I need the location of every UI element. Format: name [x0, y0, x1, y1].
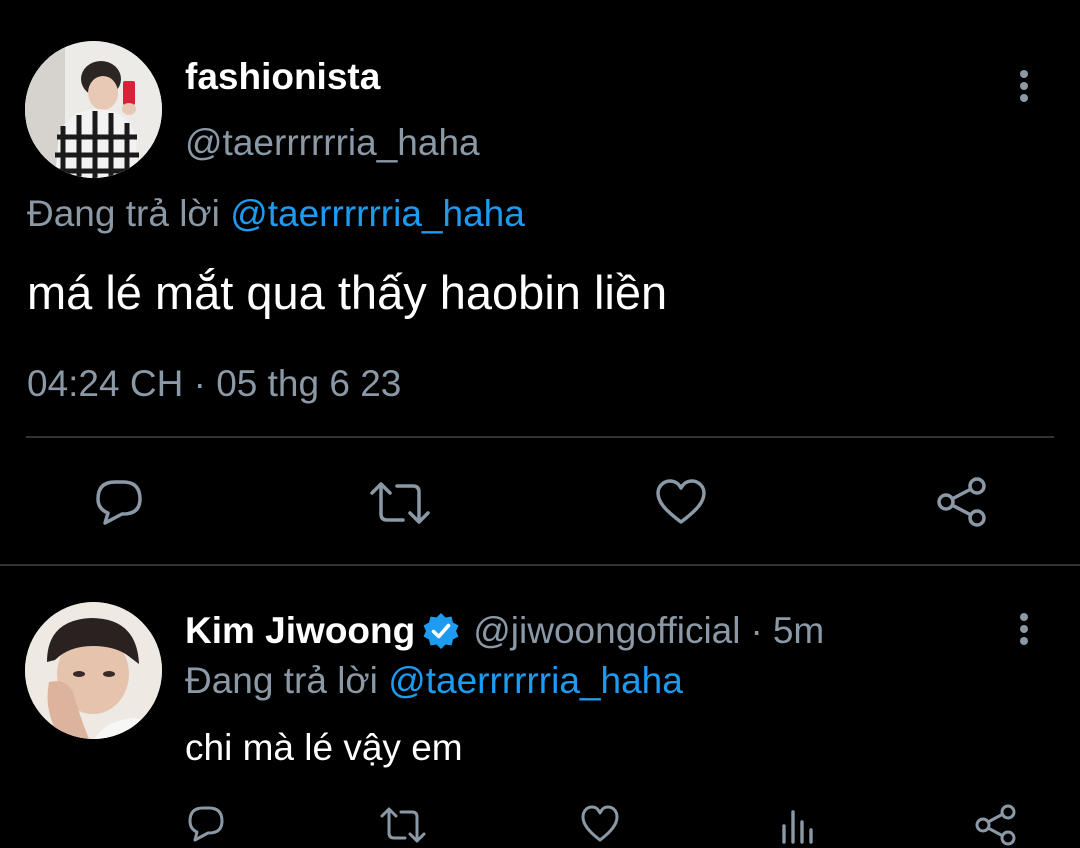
handle[interactable]: @taerrrrrria_haha — [185, 121, 480, 165]
timestamp[interactable]: 04:24 CH · 05 thg 6 23 — [27, 362, 401, 406]
tweet-text: chi mà lé vậy em — [185, 727, 463, 768]
reply-to-link[interactable]: @taerrrrrria_haha — [388, 660, 683, 701]
time[interactable]: 5m — [773, 609, 824, 653]
section-divider — [0, 564, 1080, 566]
share-icon[interactable] — [975, 804, 1017, 846]
reply-to-link[interactable]: @taerrrrrria_haha — [230, 193, 525, 234]
handle[interactable]: @jiwoongofficial — [473, 609, 740, 653]
analytics-icon[interactable] — [780, 808, 814, 844]
more-options-icon[interactable] — [1010, 611, 1038, 649]
display-name[interactable]: Kim Jiwoong — [185, 609, 415, 653]
retweet-icon[interactable] — [370, 480, 430, 526]
avatar[interactable] — [25, 602, 162, 739]
reply-prefix: Đang trả lời — [185, 660, 378, 701]
like-icon[interactable] — [655, 478, 707, 526]
tweet-text: má lé mắt qua thấy haobin liền — [27, 266, 668, 319]
reply-context: Đang trả lời @taerrrrrria_haha — [27, 192, 525, 236]
like-icon[interactable] — [580, 805, 620, 843]
avatar[interactable] — [25, 41, 162, 178]
retweet-icon[interactable] — [380, 806, 426, 844]
display-name[interactable]: fashionista — [185, 55, 380, 99]
separator: · — [750, 610, 763, 651]
reply-icon[interactable] — [186, 804, 226, 844]
share-icon[interactable] — [936, 476, 988, 528]
reply-context: Đang trả lời @taerrrrrria_haha — [185, 659, 683, 703]
reply-prefix: Đang trả lời — [27, 193, 220, 234]
tweet-header: Kim Jiwoong @jiwoongofficial · 5m — [185, 609, 824, 653]
verified-badge-icon — [421, 611, 461, 651]
more-options-icon[interactable] — [1010, 68, 1038, 106]
divider — [26, 436, 1054, 438]
reply-icon[interactable] — [93, 477, 145, 527]
